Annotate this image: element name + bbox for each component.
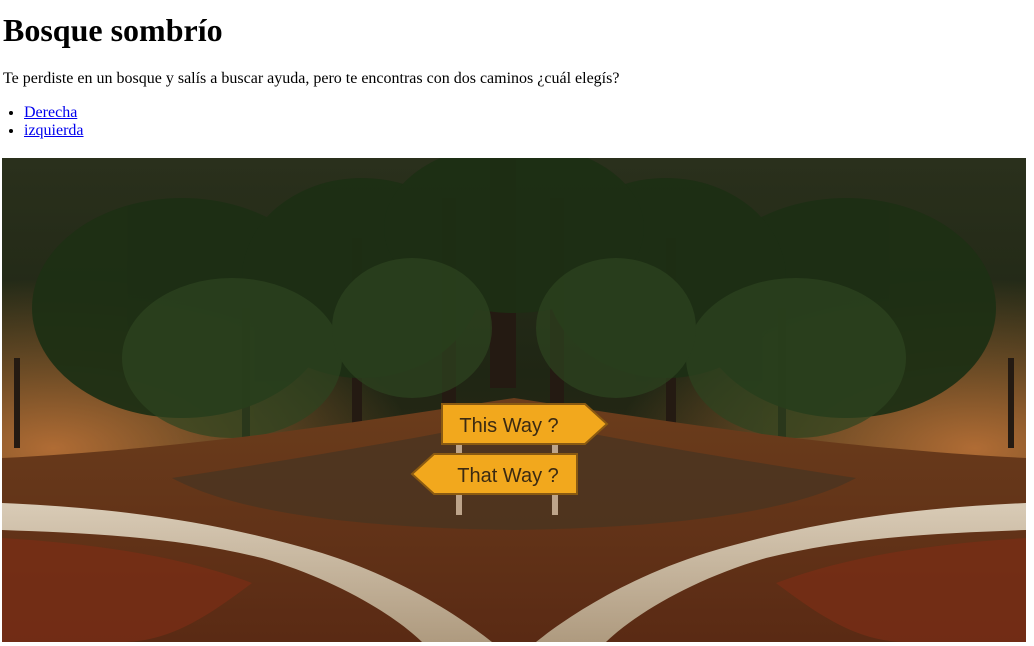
choices-list: Derecha izquierda [3,104,84,140]
sign-bottom: That Way ? [410,453,578,495]
intro-text: Te perdiste en un bosque y salís a busca… [3,70,620,87]
derecha-link[interactable]: Derecha [24,104,77,121]
forest-crossroads-image: This Way ? That Way ? [2,158,1026,642]
page: Bosque sombrío Te perdiste en un bosque … [0,0,1034,646]
list-item: izquierda [24,122,84,140]
list-item: Derecha [24,104,84,122]
izquierda-link[interactable]: izquierda [24,122,84,139]
sign-top-text: This Way ? [459,415,558,437]
sign-top: This Way ? [441,403,609,445]
sign-bottom-text: That Way ? [457,465,559,487]
page-title: Bosque sombrío [3,12,223,48]
